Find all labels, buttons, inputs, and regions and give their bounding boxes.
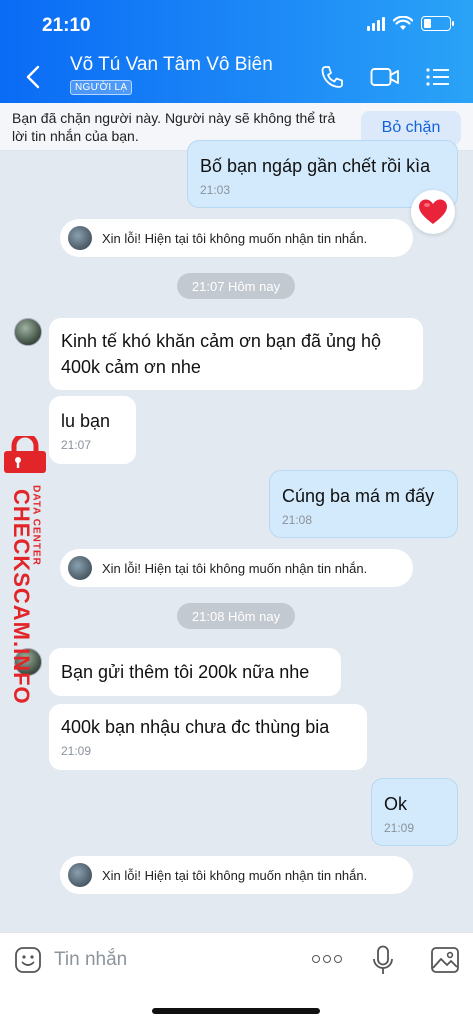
more-options-icon[interactable] [312,955,346,967]
message-bubble-incoming[interactable]: Bạn gửi thêm tôi 200k nữa nhe [49,648,341,696]
avatar [68,556,92,580]
phone-icon [321,66,343,88]
home-indicator [152,1008,320,1014]
message-text: Bố bạn ngáp gần chết rồi kìa [200,156,431,176]
video-call-button[interactable] [368,60,402,94]
message-text: lu bạn [61,411,111,431]
message-text: Bạn gửi thêm tôi 200k nữa nhe [61,662,310,682]
message-time: 21:03 [200,183,231,197]
emoji-icon[interactable] [14,946,42,974]
auto-reply-notice: Xin lỗi! Hiện tại tôi không muốn nhận ti… [60,549,413,587]
auto-reply-notice: Xin lỗi! Hiện tại tôi không muốn nhận ti… [60,856,413,894]
stranger-badge: NGƯỜI LẠ [70,80,133,95]
notice-text: Xin lỗi! Hiện tại tôi không muốn nhận ti… [102,867,368,883]
wifi-icon [393,16,413,30]
message-time: 21:09 [61,744,92,758]
lock-icon [4,436,46,473]
avatar[interactable] [14,318,42,346]
message-bubble-incoming[interactable]: 400k bạn nhậu chưa đc thùng bia 21:09 [49,704,367,770]
message-input[interactable]: Tin nhắn [54,949,127,971]
message-text: Ok [384,794,408,814]
battery-icon [421,16,454,31]
message-time: 21:09 [384,821,415,835]
menu-button[interactable] [421,60,455,94]
message-text: 400k bạn nhậu chưa đc thùng bia [61,717,330,737]
watermark-site: CHECKSCAM.INFO [9,489,34,705]
notice-text: Xin lỗi! Hiện tại tôi không muốn nhận ti… [102,230,368,246]
status-indicators [367,16,454,31]
message-bubble-incoming[interactable]: Kinh tế khó khăn cảm ơn bạn đã ủng hộ 40… [49,318,423,390]
back-button[interactable] [18,60,48,94]
message-bubble-incoming[interactable]: lu bạn 21:07 [49,396,136,464]
chat-header: 21:10 Võ Tú Van Tâm Vô Biên NGƯỜI LẠ [0,0,473,103]
contact-name[interactable]: Võ Tú Van Tâm Vô Biên [70,54,273,76]
status-time: 21:10 [42,15,91,36]
signal-icon [367,16,385,31]
chevron-left-icon [26,65,40,89]
microphone-icon[interactable] [372,945,394,977]
image-icon[interactable] [430,946,460,974]
message-time: 21:08 [282,513,313,527]
reaction-badge[interactable] [411,190,455,234]
message-time: 21:07 [61,438,92,452]
notice-text: Xin lỗi! Hiện tại tôi không muốn nhận ti… [102,560,368,576]
auto-reply-notice: Xin lỗi! Hiện tại tôi không muốn nhận ti… [60,219,413,257]
avatar [68,863,92,887]
message-text: Kinh tế khó khăn cảm ơn bạn đã ủng hộ 40… [61,331,382,377]
message-bubble-outgoing[interactable]: Cúng ba má m đấy 21:08 [269,470,458,538]
message-text: Cúng ba má m đấy [282,486,435,506]
date-divider: 21:07 Hôm nay [177,273,295,299]
heart-icon [419,199,447,224]
list-icon [426,68,449,86]
message-bubble-outgoing[interactable]: Ok 21:09 [371,778,458,846]
avatar [68,226,92,250]
call-button[interactable] [315,60,349,94]
date-divider: 21:08 Hôm nay [177,603,295,629]
video-camera-icon [370,68,399,86]
